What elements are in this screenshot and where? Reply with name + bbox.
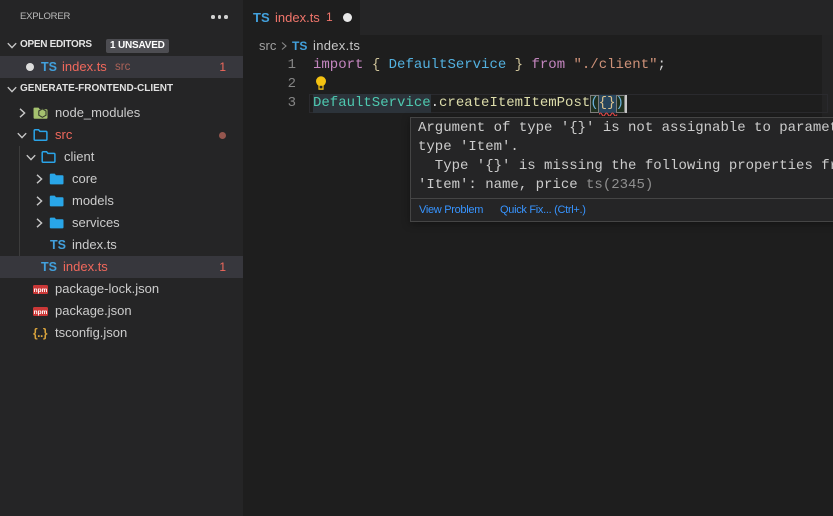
- svg-text:npm: npm: [34, 287, 48, 294]
- svg-text:npm: npm: [34, 309, 48, 316]
